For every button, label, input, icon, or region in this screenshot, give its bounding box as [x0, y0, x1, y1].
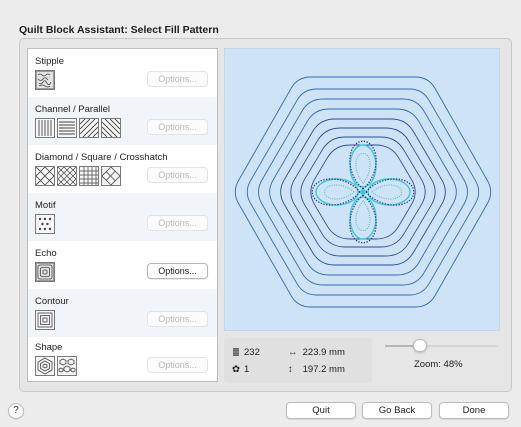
quit-button[interactable]: Quit — [286, 402, 356, 419]
dialog-title: Quilt Block Assistant: Select Fill Patte… — [19, 24, 219, 36]
pattern-row-echo: Echo Options... — [28, 241, 217, 289]
pattern-row-contour: Contour Options... — [28, 289, 217, 337]
diamond-options-button[interactable]: Options... — [147, 167, 208, 183]
diagonal-left-swatch[interactable] — [101, 118, 121, 138]
pattern-preview — [224, 48, 500, 331]
echo-options-button[interactable]: Options... — [147, 263, 208, 279]
color-count: ✿ 1 — [232, 364, 249, 375]
stipple-options-button[interactable]: Options... — [147, 71, 208, 87]
flower-motif — [311, 140, 415, 244]
pattern-row-channel: Channel / Parallel Options... — [28, 97, 217, 145]
stitch-stats-panel: ≣ 232 ✿ 1 ↔ 223.9 mm ↕ 197.2 mm — [224, 338, 372, 383]
zoom-label: Zoom: 48% — [414, 359, 463, 370]
done-button[interactable]: Done — [439, 402, 509, 419]
pattern-row-diamond: Diamond / Square / Crosshatch Options... — [28, 145, 217, 193]
pattern-label: Echo — [35, 248, 57, 259]
crosshatch-swatch[interactable] — [101, 166, 121, 186]
go-back-button[interactable]: Go Back — [362, 402, 432, 419]
stitch-count: ≣ 232 — [232, 347, 260, 358]
diamond-dense-swatch[interactable] — [57, 166, 77, 186]
pattern-label: Shape — [35, 342, 63, 353]
pattern-label: Channel / Parallel — [35, 104, 110, 115]
diagonal-right-swatch[interactable] — [79, 118, 99, 138]
shape-hexagon-swatch[interactable] — [35, 356, 55, 376]
stitch-count-value: 232 — [244, 347, 260, 358]
stitch-count-icon: ≣ — [232, 347, 240, 358]
shape-options-button[interactable]: Options... — [147, 357, 208, 373]
color-count-value: 1 — [244, 364, 250, 375]
pattern-label: Stipple — [35, 56, 65, 67]
pattern-label: Diamond / Square / Crosshatch — [35, 152, 168, 163]
echo-swatch[interactable] — [35, 262, 55, 282]
horizontal-lines-swatch[interactable] — [57, 118, 77, 138]
motif-options-button[interactable]: Options... — [147, 215, 208, 231]
vertical-lines-swatch[interactable] — [35, 118, 55, 138]
height-arrow-icon: ↕ — [288, 364, 293, 375]
contour-swatch[interactable] — [35, 310, 55, 330]
pattern-row-stipple: Stipple Options... — [28, 49, 217, 97]
motif-dots-swatch[interactable] — [35, 214, 55, 234]
width-arrow-icon: ↔ — [288, 347, 298, 358]
stipple-swatch[interactable] — [35, 70, 55, 90]
zoom-slider[interactable] — [385, 339, 498, 352]
palette-icon: ✿ — [232, 364, 240, 375]
design-height-value: 197.2 mm — [302, 364, 345, 375]
echo-quilt-preview — [234, 76, 492, 308]
channel-options-button[interactable]: Options... — [147, 119, 208, 135]
design-height: ↕ 197.2 mm — [288, 364, 345, 375]
design-width-value: 223.9 mm — [302, 347, 345, 358]
zoom-control: Zoom: 48% — [379, 338, 500, 383]
quilt-block-dialog: Quilt Block Assistant: Select Fill Patte… — [0, 0, 521, 427]
design-width: ↔ 223.9 mm — [288, 347, 345, 358]
pattern-row-shape: Shape Options... — [28, 335, 217, 383]
help-button[interactable]: ? — [8, 403, 24, 419]
shape-cluster-swatch[interactable] — [57, 356, 77, 376]
pattern-label: Motif — [35, 200, 56, 211]
pattern-label: Contour — [35, 296, 69, 307]
pattern-row-motif: Motif Options... — [28, 193, 217, 241]
square-grid-swatch[interactable] — [79, 166, 99, 186]
pattern-list: Stipple Options... Channel / Parallel Op… — [27, 48, 218, 382]
zoom-slider-thumb[interactable] — [413, 339, 427, 352]
diamond-swatch[interactable] — [35, 166, 55, 186]
contour-options-button[interactable]: Options... — [147, 311, 208, 327]
